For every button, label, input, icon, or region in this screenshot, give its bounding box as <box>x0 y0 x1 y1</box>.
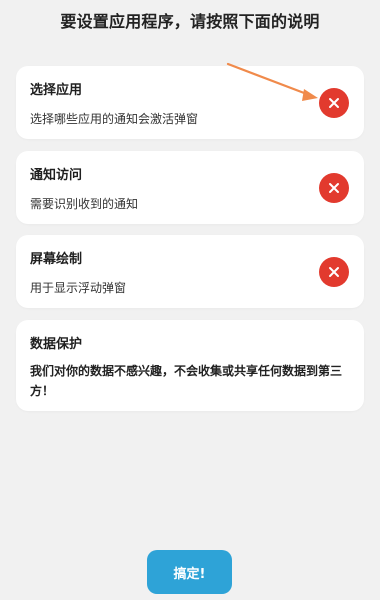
card-title: 屏幕绘制 <box>30 252 83 267</box>
close-icon <box>329 266 339 277</box>
close-icon <box>329 182 339 193</box>
card-description: 选择哪些应用的通知会激活弹窗 <box>30 112 199 126</box>
card-title: 数据保护 <box>30 337 83 352</box>
card-title: 选择应用 <box>30 83 83 98</box>
card-select-apps[interactable]: 选择应用 选择哪些应用的通知会激活弹窗 <box>16 66 364 139</box>
status-not-granted-button[interactable] <box>319 87 349 118</box>
close-icon <box>329 97 339 108</box>
card-title: 通知访问 <box>30 168 83 183</box>
card-description: 用于显示浮动弹窗 <box>30 281 127 295</box>
page-title: 要设置应用程序，请按照下面的说明 <box>60 12 320 31</box>
card-screen-overlay[interactable]: 屏幕绘制 用于显示浮动弹窗 <box>16 235 364 308</box>
done-button[interactable]: 搞定! <box>147 550 232 594</box>
status-not-granted-button[interactable] <box>319 256 349 287</box>
card-description: 需要识别收到的通知 <box>30 197 139 211</box>
status-not-granted-button[interactable] <box>319 172 349 203</box>
card-description: 我们对你的数据不感兴趣，不会收集或共享任何数据到第三方！ <box>30 364 343 398</box>
card-notification-access[interactable]: 通知访问 需要识别收到的通知 <box>16 151 364 224</box>
card-data-protection: 数据保护 我们对你的数据不感兴趣，不会收集或共享任何数据到第三方！ <box>16 320 364 411</box>
